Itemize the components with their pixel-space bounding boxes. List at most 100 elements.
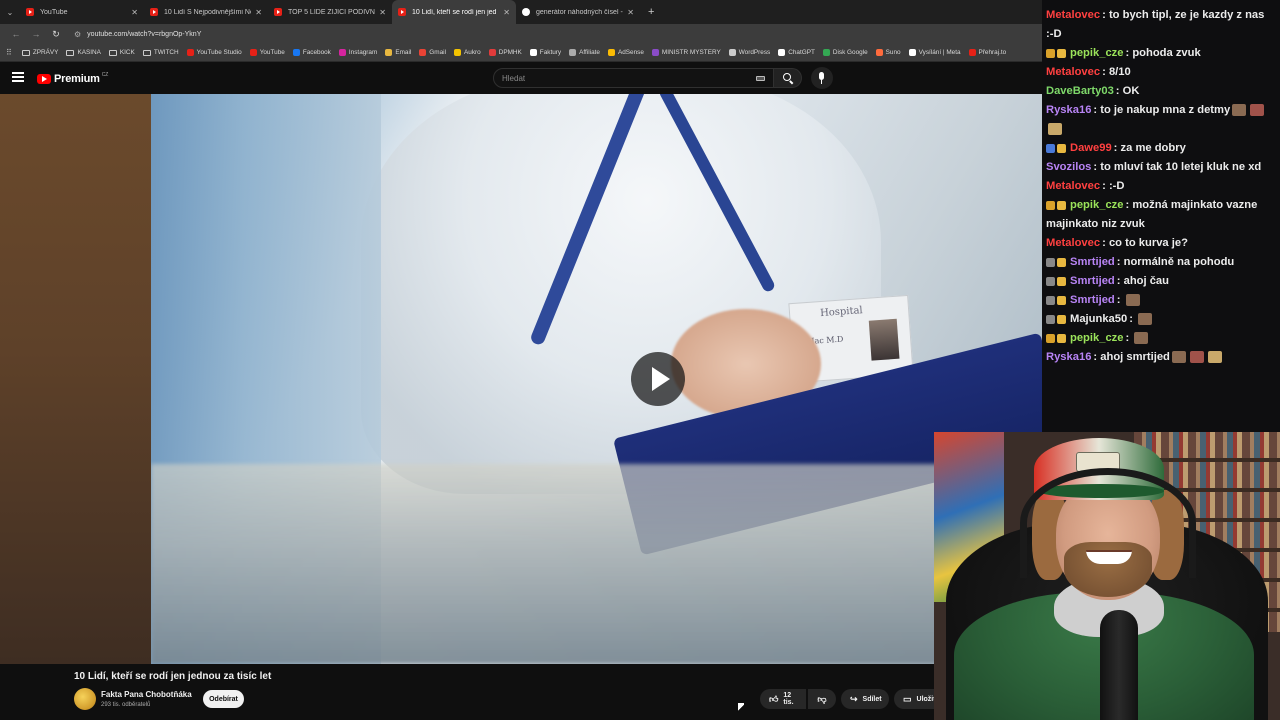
browser-tab[interactable]: YouTube ✕ [20,0,144,24]
chat-badge-icon [1057,257,1066,267]
close-tab-icon[interactable]: ✕ [131,8,138,17]
chat-message: pepik_cze: [1046,329,1274,348]
save-button[interactable]: ▭ Uložit [894,689,936,709]
video-frame: Hospital e Jac M.D [151,94,1042,664]
chat-username[interactable]: pepik_cze [1070,199,1123,211]
chat-message: Metalovec: 8/10 [1046,63,1274,82]
channel-name[interactable]: Fakta Pana Chobotňáka [101,690,192,699]
channel-avatar[interactable] [74,688,96,710]
chat-username[interactable]: Metalovec [1046,180,1100,192]
chat-username[interactable]: Metalovec [1046,237,1100,249]
bookmark-item[interactable]: Suno [875,49,901,56]
chat-username[interactable]: Majunka50 [1070,313,1127,325]
bookmark-item[interactable]: ZPRÁVY [21,49,58,56]
badge-photo [868,318,900,361]
bookmark-item[interactable]: Instagram [338,49,377,56]
reload-icon[interactable]: ↻ [46,29,66,40]
bookmark-item[interactable]: Facebook [292,49,331,56]
youtube-logo[interactable]: Premium CZ [37,72,108,85]
apps-grid-icon[interactable]: ⠿ [6,48,12,57]
chat-emote-icon [1048,123,1062,136]
bookmark-favicon-icon [778,49,786,56]
bookmark-item[interactable]: Gmail [419,49,446,56]
bookmark-item[interactable]: Přehraj.to [968,49,1006,56]
bookmark-favicon-icon [186,49,194,56]
chat-username[interactable]: DaveBarty03 [1046,85,1114,97]
bookmark-item[interactable]: Aukro [454,49,481,56]
bookmark-item[interactable]: Faktury [529,49,561,56]
close-tab-icon[interactable]: ✕ [627,8,634,17]
chat-message: Smrtijed: [1046,291,1274,310]
search-input[interactable] [493,68,774,88]
stream-chat: Metalovec: to bych tipl, ze je kazdy z n… [1042,0,1280,432]
bookmark-icon: ▭ [903,693,912,704]
like-button[interactable]: 👍︎ 12 tis. [760,689,806,709]
search-placeholder: Hledat [502,74,526,83]
bookmark-item[interactable]: MINISTR MYSTERY [651,49,721,56]
search-icon [783,73,791,81]
chat-username[interactable]: Dawe99 [1070,142,1112,154]
chat-username[interactable]: Metalovec [1046,9,1100,21]
bookmark-item[interactable]: Affiliate [569,49,600,56]
bookmark-favicon-icon [607,49,615,56]
chat-username[interactable]: Smrtijed [1070,275,1115,287]
bookmark-item[interactable]: ChatGPT [778,49,815,56]
bookmark-item[interactable]: DPMHK [488,49,522,56]
chat-username[interactable]: Metalovec [1046,66,1100,78]
browser-tab[interactable]: 10 Lidí, kteří se rodí jen jed ✕ [392,0,516,24]
chat-username[interactable]: pepik_cze [1070,332,1123,344]
site-info-icon[interactable]: ⚙ [74,30,81,39]
bookmark-favicon-icon [488,49,496,56]
bookmark-item[interactable]: YouTube [249,49,285,56]
tab-title: 10 Lidí, kteří se rodí jen jed [412,8,497,16]
keyboard-icon[interactable] [756,76,765,81]
chat-emote-icon [1125,294,1140,307]
tab-title: TOP 5 LIDÉ ŽIJÍCÍ PODIVNÉ ŽIV [288,8,375,16]
play-button[interactable] [631,352,685,406]
subscribe-button[interactable]: Odebírat [203,690,244,708]
chat-emote-icon [1232,104,1247,117]
voice-search-icon[interactable] [811,67,833,89]
chat-username[interactable]: Smrtijed [1070,294,1115,306]
new-tab-button[interactable]: + [640,6,662,18]
back-icon[interactable]: ← [6,29,26,39]
bookmark-item[interactable]: YouTube Studio [186,49,242,56]
forward-icon[interactable]: → [26,29,46,39]
browser-tab[interactable]: generátor náhodných čísel - Hle ✕ [516,0,640,24]
bookmark-item[interactable]: Email [385,49,411,56]
close-tab-icon[interactable]: ✕ [503,8,510,17]
bookmark-item[interactable]: AdSense [607,49,644,56]
browser-addressbar: ← → ↻ ⚙ youtube.com/watch?v=rbgnOp-YknY [0,24,1042,44]
bookmark-item[interactable]: KASINA [66,49,101,56]
share-button[interactable]: ↪ Sdílet [841,689,889,709]
browser-tab[interactable]: TOP 5 LIDÉ ŽIJÍCÍ PODIVNÉ ŽIV ✕ [268,0,392,24]
chat-badges [1046,200,1068,210]
close-tab-icon[interactable]: ✕ [379,8,386,17]
chat-username[interactable]: pepik_cze [1070,47,1123,59]
chat-text: :-D [1108,180,1125,192]
close-tab-icon[interactable]: ✕ [255,8,262,17]
bookmark-item[interactable]: KICK [108,49,135,56]
folder-icon [66,49,75,56]
thumbs-down-icon: 👎︎ [817,693,827,704]
chat-message: Smrtijed: ahoj čau [1046,272,1274,291]
bookmark-item[interactable]: Vysílání | Meta [908,49,961,56]
bookmark-item[interactable]: WordPress [728,49,770,56]
bookmark-item[interactable]: TWITCH [142,49,179,56]
bookmark-label: ChatGPT [788,49,815,56]
tab-search-icon[interactable]: ⌄ [0,0,20,24]
chat-separator: : [1125,332,1133,344]
chat-username[interactable]: Ryska16 [1046,351,1091,363]
chat-username[interactable]: Ryska16 [1046,104,1091,116]
video-player[interactable]: Hospital e Jac M.D [0,94,1042,664]
browser-tab[interactable]: 10 Lidí S Nejpodivnějšími Nem ✕ [144,0,268,24]
headset [1020,468,1196,578]
chat-badges [1046,295,1068,305]
bookmark-item[interactable]: Disk Google [822,49,868,56]
bookmark-label: YouTube [259,49,285,56]
menu-icon[interactable] [12,72,24,82]
url-field[interactable]: ⚙ youtube.com/watch?v=rbgnOp-YknY [74,30,201,39]
dislike-button[interactable]: 👎︎ [808,689,836,709]
chat-username[interactable]: Svozilos [1046,161,1091,173]
chat-username[interactable]: Smrtijed [1070,256,1115,268]
